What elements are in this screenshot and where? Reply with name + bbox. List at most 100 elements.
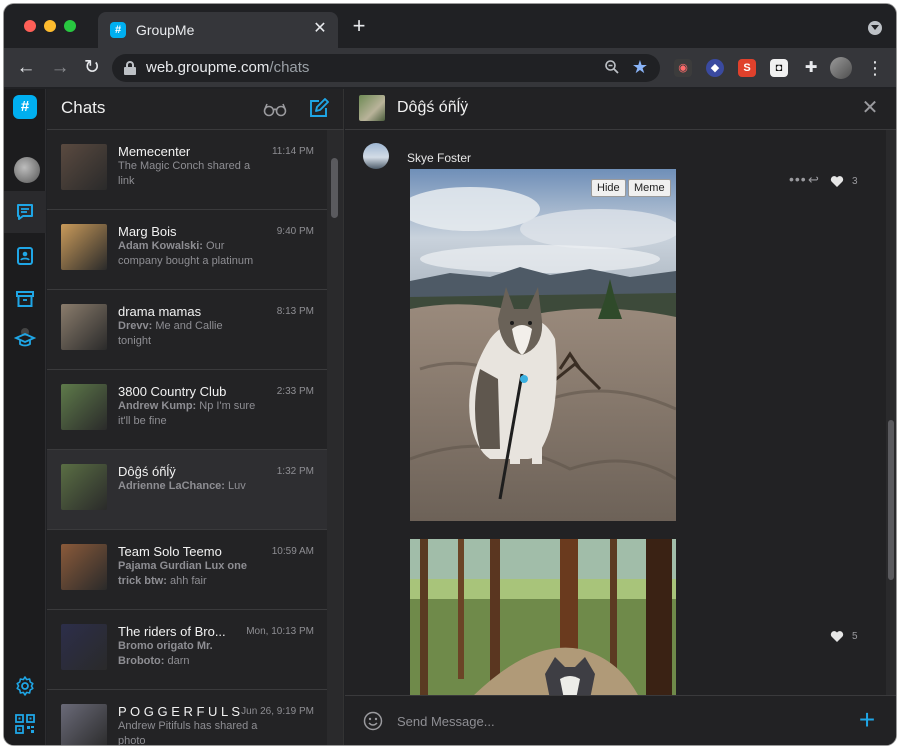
compose-icon[interactable] — [307, 98, 329, 120]
groupme-app: # Chats Memecenter 11:14 PM The Magic Conc… — [4, 89, 896, 745]
tab-strip: # GroupMe ✕ + — [4, 4, 896, 48]
chat-preview: Bromo origato Mr. Broboto: darn — [118, 639, 258, 669]
like-heart-icon[interactable] — [830, 175, 844, 188]
chat-time: 1:32 PM — [276, 466, 314, 477]
reload-icon[interactable]: ↻ — [80, 56, 104, 80]
chat-thumbnail — [61, 544, 107, 590]
chat-thumbnail — [61, 304, 107, 350]
chat-thumbnail — [61, 224, 107, 270]
campus-icon[interactable] — [14, 327, 36, 349]
emoji-icon[interactable] — [363, 711, 383, 731]
like-count: 3 — [852, 176, 858, 187]
url-text: web.groupme.com/chats — [146, 59, 309, 76]
qr-code-icon[interactable] — [14, 713, 36, 735]
chat-list-header: Chats — [47, 89, 344, 130]
hide-image-button[interactable]: Hide — [591, 179, 626, 197]
chat-preview: Pajama Gurdian Lux one trick btw: ahh fa… — [118, 559, 258, 589]
address-bar[interactable]: web.groupme.com/chats ★ — [112, 54, 660, 82]
tab-search-icon[interactable] — [868, 21, 882, 35]
group-avatar[interactable] — [359, 95, 385, 121]
message-author[interactable]: Skye Foster — [407, 151, 471, 165]
chat-list-item[interactable]: P O G G E R F U L S Jun 26, 9:19 PM Andrew… — [47, 690, 328, 745]
close-icon[interactable]: ✕ — [860, 98, 880, 118]
contacts-icon[interactable] — [14, 245, 36, 267]
bookmark-star-icon[interactable]: ★ — [632, 57, 648, 77]
avatar[interactable] — [14, 157, 40, 183]
close-window-button[interactable] — [24, 20, 36, 32]
url-path: /chats — [269, 59, 310, 76]
chat-time: Mon, 10:13 PM — [246, 626, 314, 637]
extension-box-icon[interactable]: ◘ — [770, 59, 788, 77]
chat-time: 9:40 PM — [276, 226, 314, 237]
archive-icon[interactable] — [14, 288, 36, 310]
chat-list-scroll-thumb[interactable] — [331, 158, 338, 218]
extension-owl-icon[interactable]: ◉ — [674, 59, 692, 77]
lock-icon — [124, 61, 136, 75]
chat-list-title: Chats — [61, 98, 106, 117]
chat-thumbnail — [61, 464, 107, 510]
chat-name: Marg Bois — [118, 224, 177, 239]
extensions-puzzle-icon[interactable]: ✚ — [802, 59, 820, 77]
settings-icon[interactable] — [14, 675, 36, 697]
browser-menu-icon[interactable]: ⋮ — [866, 57, 884, 79]
chat-preview-author: Adam Kowalski: — [118, 240, 203, 252]
conversation-scrollbar[interactable] — [886, 130, 896, 695]
chat-thumbnail — [61, 704, 107, 745]
like-heart-icon[interactable] — [830, 630, 844, 643]
chat-list-item[interactable]: Team Solo Teemo 10:59 AM Pajama Gurdian Lu… — [47, 530, 328, 610]
chat-preview-author: Bromo origato Mr. Broboto: — [118, 640, 213, 667]
conversation-title[interactable]: Dôĝś óñĺÿ — [397, 99, 468, 117]
chat-list-scrollbar[interactable] — [327, 130, 343, 745]
extension-svelte-icon[interactable]: S — [738, 59, 756, 77]
conversation-scroll-thumb[interactable] — [888, 420, 894, 580]
chat-preview-text: Andrew Pitifuls has shared a photo — [118, 720, 258, 745]
message-photo-husky-rock[interactable]: Hide Meme — [410, 169, 676, 521]
chat-list-item[interactable]: drama mamas 8:13 PM Drevv: Me and Callie t… — [47, 290, 328, 370]
browser-tab[interactable]: # GroupMe ✕ — [98, 12, 338, 48]
chat-preview: Drevv: Me and Callie tonight — [118, 319, 258, 349]
meme-button[interactable]: Meme — [628, 179, 671, 197]
chat-preview: The Magic Conch shared a link — [118, 159, 258, 189]
message-composer: + — [345, 695, 896, 745]
chat-list-item[interactable]: 3800 Country Club 2:33 PM Andrew Kump: Np … — [47, 370, 328, 450]
chat-preview-text: Luv — [228, 480, 246, 492]
sender-avatar[interactable] — [363, 143, 389, 169]
chat-list-item[interactable]: Dôĝś óñĺÿ 1:32 PM Adrienne LaChance: Luv — [47, 450, 328, 530]
extension-shield-icon[interactable]: ◆ — [706, 59, 724, 77]
chat-name: Dôĝś óñĺÿ — [118, 464, 176, 479]
zoom-icon[interactable] — [604, 59, 620, 75]
groupme-logo-icon[interactable]: # — [13, 95, 37, 119]
browser-window: # GroupMe ✕ + ← → ↻ web.groupme.com/chat… — [4, 4, 896, 745]
minimize-window-button[interactable] — [44, 20, 56, 32]
glasses-icon[interactable] — [263, 99, 287, 119]
chat-name: 3800 Country Club — [118, 384, 227, 399]
chat-preview: Andrew Kump: Np I'm sure it'll be fine — [118, 399, 258, 429]
chat-preview-author: Adrienne LaChance: — [118, 480, 225, 492]
profile-avatar[interactable] — [830, 57, 852, 79]
new-tab-button[interactable]: + — [348, 15, 370, 38]
reply-icon[interactable]: ↩ — [808, 172, 819, 188]
more-options-icon[interactable]: ••• — [789, 171, 807, 187]
message-list: Skye Foster Hide Meme ••• ↩ 3 5 — [345, 130, 886, 695]
chat-items: Memecenter 11:14 PM The Magic Conch shared… — [47, 130, 328, 745]
chat-time: 11:14 PM — [271, 146, 314, 157]
chat-list-item[interactable]: Marg Bois 9:40 PM Adam Kowalski: Our compa… — [47, 210, 328, 290]
chat-name: Memecenter — [118, 144, 191, 159]
husky-on-rock-image — [410, 169, 676, 521]
chat-preview-text: The Magic Conch shared a link — [118, 160, 251, 187]
maximize-window-button[interactable] — [64, 20, 76, 32]
tab-close-icon[interactable]: ✕ — [310, 19, 330, 39]
chat-list-item[interactable]: Memecenter 11:14 PM The Magic Conch shared… — [47, 130, 328, 210]
message-photo-husky-forest[interactable] — [410, 539, 676, 695]
forward-arrow-icon[interactable]: → — [48, 56, 72, 80]
chat-time: 10:59 AM — [271, 546, 314, 557]
chat-name: P O G G E R F U L S — [118, 704, 241, 719]
husky-in-forest-image — [410, 539, 676, 695]
chat-thumbnail — [61, 144, 107, 190]
chat-list-item[interactable]: The riders of Bro... Mon, 10:13 PM Bromo o… — [47, 610, 328, 690]
plus-icon[interactable]: + — [856, 706, 878, 734]
rail-item-chats[interactable] — [4, 191, 46, 233]
chat-thumbnail — [61, 624, 107, 670]
message-input[interactable] — [397, 710, 797, 732]
back-arrow-icon[interactable]: ← — [14, 56, 38, 80]
